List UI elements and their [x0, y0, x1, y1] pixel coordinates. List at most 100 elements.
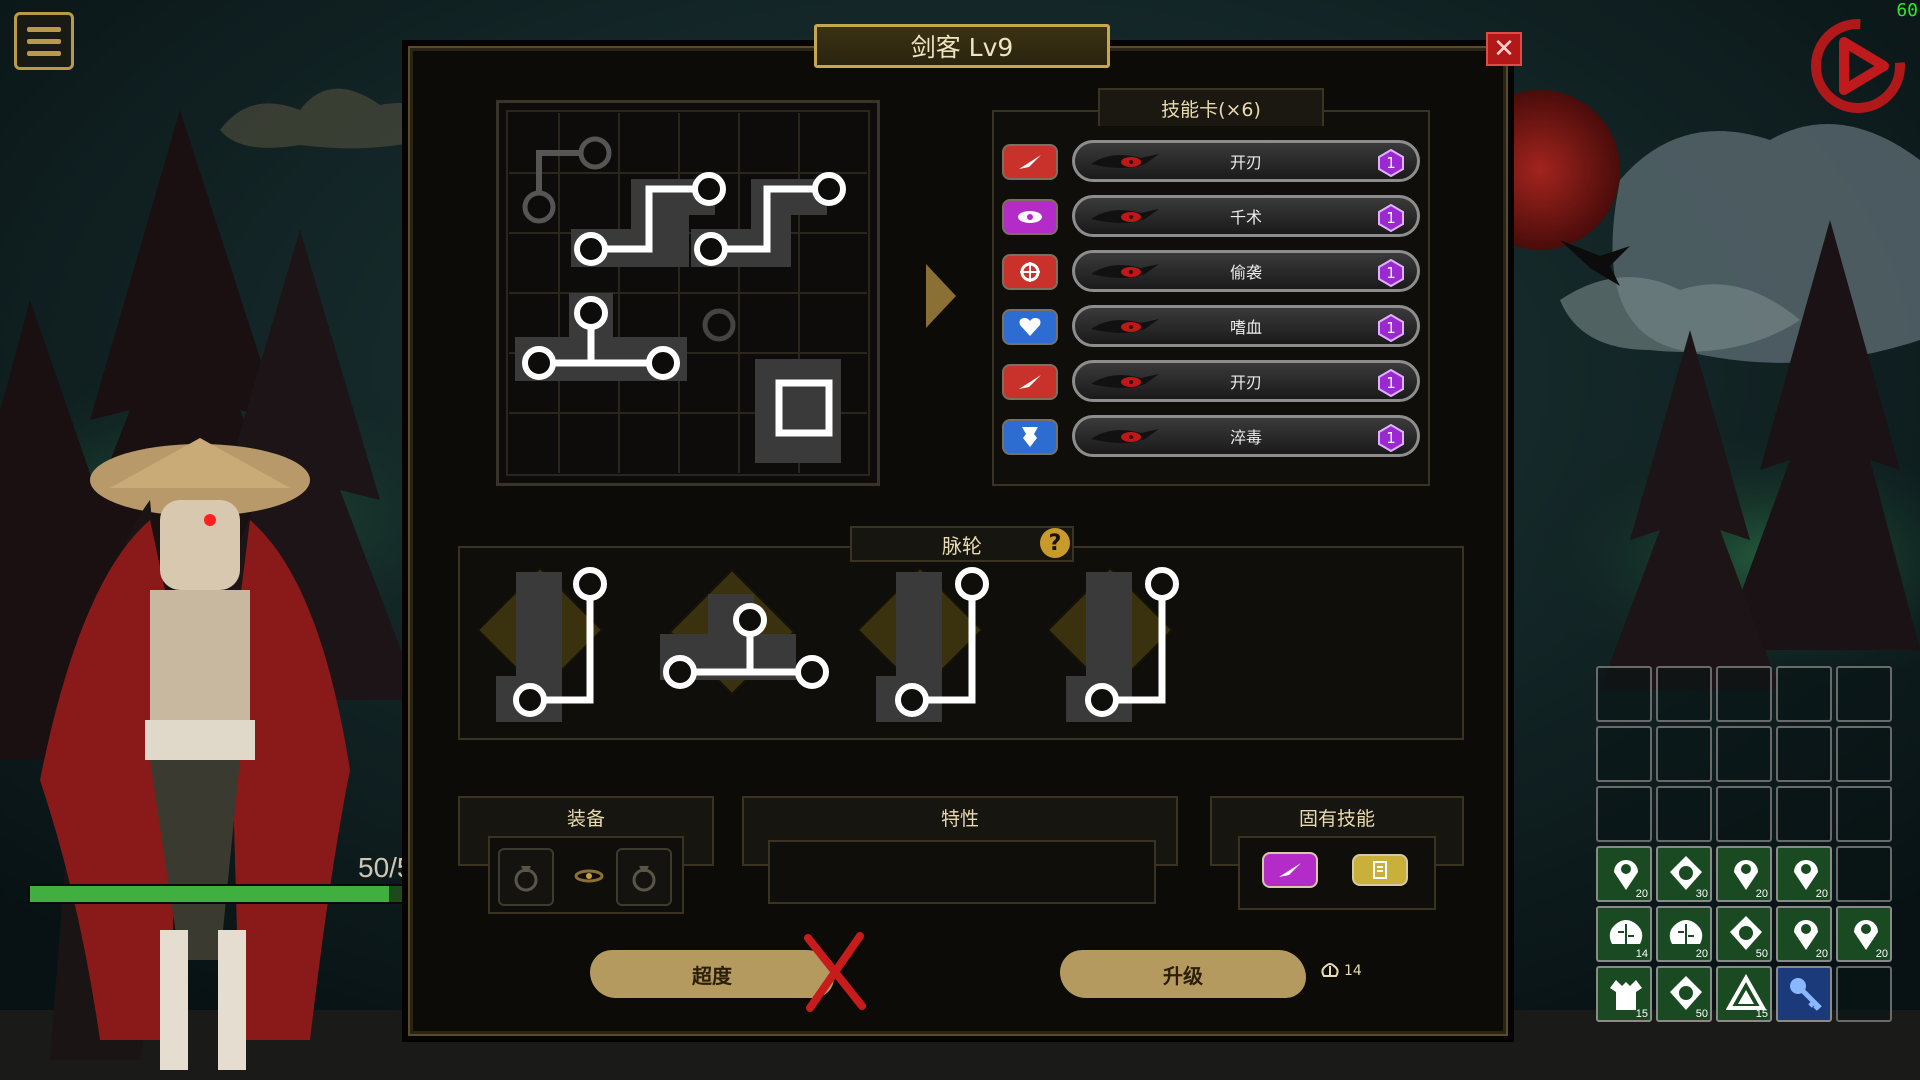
skill-level-gem: 1 [1377, 258, 1405, 288]
inventory-slot[interactable]: 20 [1776, 906, 1832, 962]
item-count: 30 [1695, 888, 1708, 900]
ring-slot-right[interactable] [616, 848, 672, 906]
link-icon [574, 868, 604, 884]
skill-level-gem: 1 [1377, 313, 1405, 343]
inventory-slot[interactable] [1836, 666, 1892, 722]
innate-card-skill[interactable] [1352, 854, 1408, 886]
card-icon [1373, 861, 1387, 879]
inventory-slot[interactable] [1596, 666, 1652, 722]
innate-skill-label: 固有技能 [1298, 808, 1375, 830]
inventory-slot[interactable] [1776, 786, 1832, 842]
inventory-slot[interactable] [1596, 786, 1652, 842]
menu-button[interactable] [14, 12, 74, 70]
target-icon [1018, 260, 1042, 284]
skill-level-text: 1 [1386, 374, 1396, 392]
skill-card-row[interactable]: 千术 1 [1000, 193, 1420, 239]
traits-label: 特性 [940, 808, 979, 830]
inventory-slot[interactable]: 50 [1716, 906, 1772, 962]
inventory-slot[interactable] [1776, 666, 1832, 722]
ring-slot-left[interactable] [498, 848, 554, 906]
close-button[interactable]: ✕ [1486, 32, 1522, 66]
inventory-slot[interactable]: 20 [1776, 846, 1832, 902]
inventory-slot[interactable]: 14 [1596, 906, 1652, 962]
inventory-slot[interactable] [1716, 726, 1772, 782]
item-count: 20 [1755, 888, 1768, 900]
help-icon[interactable]: ? [1040, 528, 1070, 558]
skill-card-row[interactable]: 淬毒 1 [1000, 413, 1420, 459]
skill-card-name: 千术 [1229, 208, 1262, 227]
skill-card-row[interactable]: 偷袭 1 [1000, 248, 1420, 294]
inventory-slot[interactable]: 20 [1596, 846, 1652, 902]
blade-icon [1015, 372, 1045, 392]
inventory-slot[interactable] [1776, 966, 1832, 1022]
skill-type-badge [1002, 364, 1058, 400]
inventory-slot[interactable] [1656, 666, 1712, 722]
skill-card-row[interactable]: 开刃 1 [1000, 138, 1420, 184]
skill-card-name: 嗜血 [1229, 318, 1262, 337]
inventory-slot[interactable] [1716, 666, 1772, 722]
skill-type-badge [1002, 309, 1058, 345]
innate-skill-box [1238, 836, 1436, 910]
upgrade-button[interactable]: 升级 [1060, 950, 1306, 998]
innate-blade-skill[interactable] [1262, 852, 1318, 888]
rune-grid[interactable] [496, 100, 880, 486]
skill-type-badge [1002, 199, 1058, 235]
brain-icon [1321, 963, 1339, 977]
ring-slot-icon [632, 866, 656, 892]
inventory-slot[interactable] [1656, 786, 1712, 842]
skill-type-badge [1002, 419, 1058, 455]
skill-level-text: 1 [1386, 209, 1396, 227]
inventory-slot[interactable]: 15 [1716, 966, 1772, 1022]
skill-level-text: 1 [1386, 264, 1396, 282]
disabled-x-icon [800, 932, 870, 1012]
item-count: 15 [1635, 1008, 1648, 1020]
skill-type-badge [1002, 144, 1058, 180]
inventory-slot[interactable] [1836, 726, 1892, 782]
equipment-slots [488, 836, 684, 914]
inventory-slot[interactable]: 15 [1596, 966, 1652, 1022]
meridian-panel [458, 546, 1464, 740]
skill-card-header: 技能卡(×6) [1098, 88, 1324, 126]
inventory-slot[interactable] [1716, 786, 1772, 842]
skill-level-gem: 1 [1377, 423, 1405, 453]
eye-icon [1015, 207, 1045, 227]
skill-card-bar[interactable]: 开刃 1 [1072, 360, 1420, 402]
skill-level-gem: 1 [1377, 148, 1405, 178]
inventory-slot[interactable]: 50 [1656, 966, 1712, 1022]
speed-play-button[interactable] [1806, 14, 1910, 118]
skill-type-badge [1002, 254, 1058, 290]
skill-card-bar[interactable]: 千术 1 [1072, 195, 1420, 237]
inventory-slot[interactable] [1836, 966, 1892, 1022]
skill-card-bar[interactable]: 开刃 1 [1072, 140, 1420, 182]
transcend-button[interactable]: 超度 [590, 950, 834, 998]
skill-card-bar[interactable]: 淬毒 1 [1072, 415, 1420, 457]
ring-slot-icon [514, 866, 538, 892]
skill-card-bar[interactable]: 偷袭 1 [1072, 250, 1420, 292]
inventory-slot[interactable] [1776, 726, 1832, 782]
hero-hp-fill [30, 886, 389, 902]
skill-card-row[interactable]: 开刃 1 [1000, 358, 1420, 404]
item-count: 15 [1755, 1008, 1768, 1020]
inventory-slot[interactable] [1836, 786, 1892, 842]
blade-icon [1279, 863, 1301, 877]
hero-hp-bar [28, 884, 422, 904]
inventory-slot[interactable] [1836, 846, 1892, 902]
skill-card-bar[interactable]: 嗜血 1 [1072, 305, 1420, 347]
inventory-slot[interactable] [1596, 726, 1652, 782]
inventory-slot[interactable]: 20 [1656, 906, 1712, 962]
inventory-slot[interactable] [1656, 726, 1712, 782]
skill-level-text: 1 [1386, 154, 1396, 172]
upgrade-cost-value: 14 [1344, 963, 1362, 979]
inventory-slot[interactable]: 30 [1656, 846, 1712, 902]
item-count: 14 [1635, 948, 1648, 960]
panel-title: 剑客 Lv9 [814, 24, 1110, 68]
heart-icon [1018, 316, 1042, 338]
skill-card-row[interactable]: 嗜血 1 [1000, 303, 1420, 349]
skill-level-gem: 1 [1377, 368, 1405, 398]
inventory-slot[interactable]: 20 [1836, 906, 1892, 962]
transcend-label: 超度 [692, 963, 732, 988]
equipment-label: 装备 [566, 808, 605, 830]
inventory-slot[interactable]: 20 [1716, 846, 1772, 902]
skill-level-text: 1 [1386, 429, 1396, 447]
item-count: 20 [1635, 888, 1648, 900]
